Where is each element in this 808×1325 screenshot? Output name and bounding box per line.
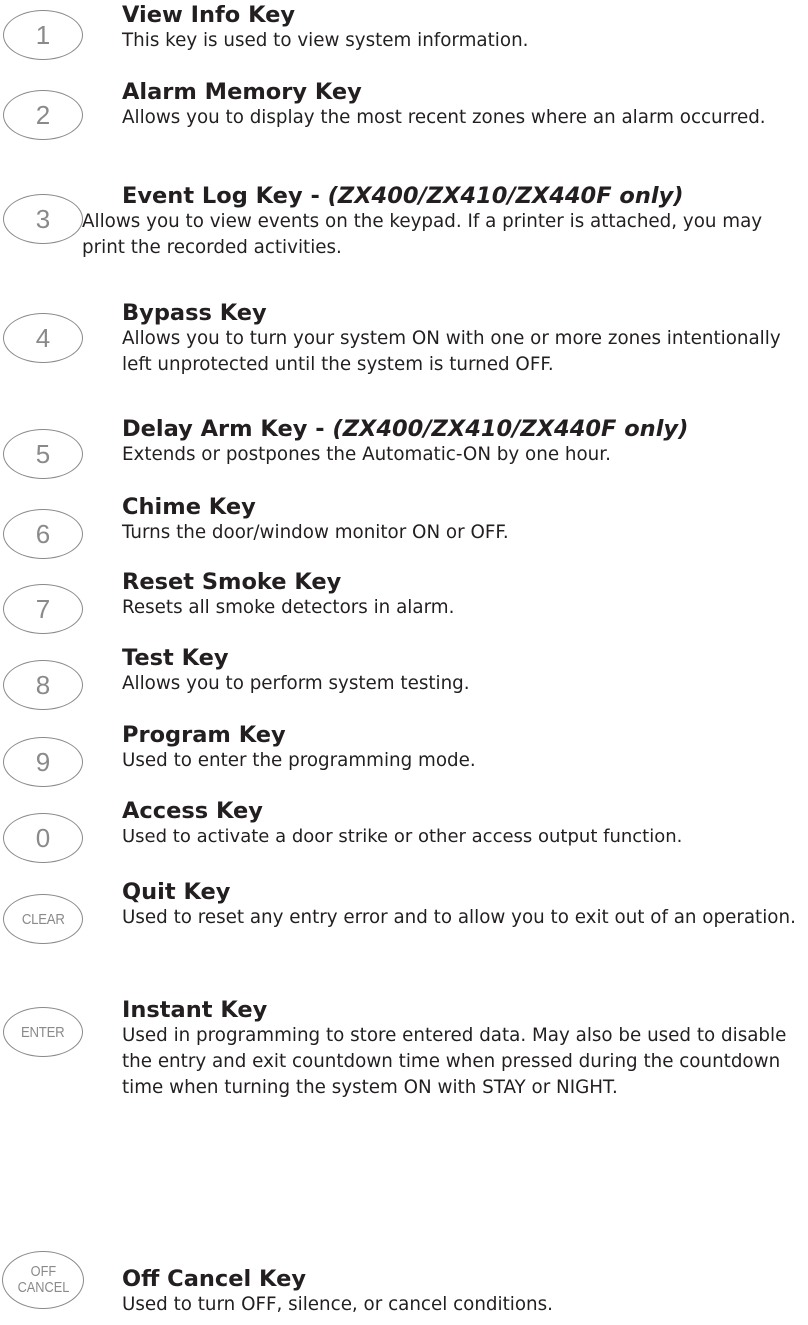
button-label: OFF CANCEL <box>17 1263 69 1296</box>
button-label: 9 <box>35 747 51 777</box>
key-title: Bypass Key <box>122 300 267 326</box>
button-label: 7 <box>35 594 51 624</box>
key-description: Turns the door/window monitor ON or OFF. <box>122 522 509 543</box>
button-label: ENTER <box>21 1023 65 1041</box>
button-label: 2 <box>35 100 51 130</box>
key-title: Test Key <box>122 645 229 671</box>
key-title: Reset Smoke Key <box>122 569 342 595</box>
keypad-button-off-cancel: OFF CANCEL <box>2 1251 84 1309</box>
key-description: Allows you to view events on the keypad.… <box>82 211 763 258</box>
key-title: Access Key <box>122 798 263 824</box>
key-description: Used to enter the programming mode. <box>122 750 476 771</box>
key-title: Alarm Memory Key <box>122 79 362 105</box>
key-description: Allows you to display the most recent zo… <box>122 107 766 128</box>
key-list: 1 View Info Key This key is used to view… <box>0 0 808 1325</box>
keypad-button-2: 2 <box>3 90 83 140</box>
keypad-button-4: 4 <box>3 313 83 363</box>
keypad-button-3: 3 <box>3 194 83 244</box>
key-title: Delay Arm Key - (ZX400/ZX410/ZX440F only… <box>122 416 689 442</box>
key-title: Chime Key <box>122 494 256 520</box>
button-label: 6 <box>35 519 51 549</box>
button-label: 3 <box>35 204 51 234</box>
key-description: Allows you to turn your system ON with o… <box>122 328 781 375</box>
button-label: 8 <box>35 670 51 700</box>
key-description: This key is used to view system informat… <box>122 30 529 51</box>
keypad-button-8: 8 <box>3 660 83 710</box>
key-title: Quit Key <box>122 879 231 905</box>
key-title: View Info Key <box>122 2 296 28</box>
key-description: Used to activate a door strike or other … <box>122 826 683 847</box>
key-description: Used to reset any entry error and to all… <box>122 907 796 928</box>
key-title: Instant Key <box>122 997 268 1023</box>
key-description: Extends or postpones the Automatic-ON by… <box>122 444 611 465</box>
keypad-button-6: 6 <box>3 509 83 559</box>
button-label: CLEAR <box>21 910 65 928</box>
button-label: 1 <box>35 20 51 50</box>
key-description: Resets all smoke detectors in alarm. <box>122 597 455 618</box>
keypad-button-0: 0 <box>3 813 83 863</box>
button-label: 0 <box>35 823 51 853</box>
key-description: Allows you to perform system testing. <box>122 673 470 694</box>
button-label: 4 <box>35 323 51 353</box>
keypad-button-9: 9 <box>3 737 83 787</box>
keypad-button-5: 5 <box>3 429 83 479</box>
keypad-button-1: 1 <box>3 10 83 60</box>
button-label: 5 <box>35 439 51 469</box>
keypad-button-7: 7 <box>3 584 83 634</box>
key-description: Used in programming to store entered dat… <box>122 1025 787 1098</box>
key-title: Program Key <box>122 722 286 748</box>
keypad-button-enter: ENTER <box>3 1007 83 1057</box>
key-description: Used to turn OFF, silence, or cancel con… <box>122 1294 553 1315</box>
key-title: Off Cancel Key <box>122 1266 307 1292</box>
keypad-button-clear: CLEAR <box>3 894 83 944</box>
key-title: Event Log Key - (ZX400/ZX410/ZX440F only… <box>122 183 684 209</box>
